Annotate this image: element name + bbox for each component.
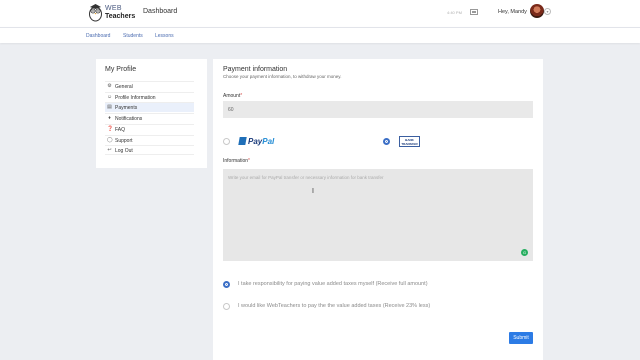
information-textarea[interactable]: [223, 169, 533, 261]
paypal-name-part2: Pal: [262, 137, 275, 146]
logo-text-teachers: Teachers: [105, 13, 136, 20]
paypal-logo-icon: [238, 137, 247, 145]
payment-information-card: Payment information Choose your payment …: [213, 59, 543, 360]
profile-sidebar: My Profile ⚙ General ☺ Profile Informati…: [96, 59, 207, 168]
information-label: Information*: [223, 158, 250, 164]
page-title: Dashboard: [143, 8, 178, 15]
sidebar-item-payments[interactable]: ▤ Payments: [105, 102, 194, 112]
tax-option-self-label[interactable]: I take responsibility for paying value a…: [238, 281, 428, 287]
sidebar-item-general[interactable]: ⚙ General: [105, 81, 194, 91]
paypal-option[interactable]: PayPal: [238, 137, 275, 146]
tax-option-webteachers-label[interactable]: I would like WebTeachers to pay the the …: [238, 303, 430, 309]
tax-option-webteachers-radio[interactable]: [223, 303, 230, 310]
sidebar-item-label: Log Out: [115, 148, 133, 154]
bank-transfer-radio[interactable]: [383, 138, 390, 145]
submit-button[interactable]: Submit: [509, 332, 533, 344]
amount-label-text: Amount: [223, 93, 241, 99]
sidebar-item-profile-information[interactable]: ☺ Profile Information: [105, 92, 194, 102]
nav-link-students[interactable]: Students: [123, 33, 143, 39]
sidebar-item-support[interactable]: ◯ Support: [105, 135, 194, 145]
paypal-name-part1: Pay: [248, 137, 263, 146]
tax-option-self-radio[interactable]: [223, 281, 230, 288]
paypal-radio[interactable]: [223, 138, 230, 145]
amount-label: Amount*: [223, 93, 242, 99]
logout-icon: ↩: [107, 147, 112, 153]
section-subtitle: Choose your payment information, to with…: [223, 74, 342, 79]
sidebar-item-log-out[interactable]: ↩ Log Out: [105, 145, 194, 155]
top-bar: WEB Teachers Dashboard 4:40 PM Hey, Mand…: [0, 0, 640, 27]
information-field[interactable]: I G: [223, 169, 533, 261]
sidebar-item-label: General: [115, 84, 133, 90]
required-mark: *: [248, 158, 250, 164]
sidebar-item-notifications[interactable]: ♦ Notifications: [105, 113, 194, 123]
sidebar-item-label: Payments: [115, 105, 138, 111]
sidebar-item-label: FAQ: [115, 127, 126, 133]
owl-logo-icon: [89, 4, 102, 22]
nav-link-lessons[interactable]: Lessons: [155, 33, 174, 39]
card-icon: ▤: [107, 104, 112, 110]
required-mark: *: [240, 93, 243, 99]
sidebar-item-label: Notifications: [115, 116, 143, 122]
language-flag-icon[interactable]: [470, 9, 478, 15]
nav-link-dashboard[interactable]: Dashboard: [86, 33, 110, 39]
support-icon: ◯: [107, 137, 113, 143]
section-title: Payment information: [223, 66, 288, 73]
sidebar-item-faq[interactable]: ❓ FAQ: [105, 124, 194, 134]
amount-field[interactable]: 60: [223, 101, 533, 118]
text-cursor-icon: I: [312, 188, 314, 195]
chevron-down-icon[interactable]: ▾: [544, 8, 551, 15]
sidebar-item-label: Support: [115, 138, 133, 144]
sidebar-item-label: Profile Information: [115, 95, 156, 101]
webteachers-logo[interactable]: WEB Teachers: [88, 3, 136, 24]
avatar[interactable]: [530, 4, 544, 18]
logo-text-web: WEB: [105, 5, 122, 12]
bank-transfer-logo[interactable]: BANK TRANSFER: [399, 136, 420, 147]
bell-icon: ♦: [108, 115, 111, 121]
gear-icon: ⚙: [107, 83, 112, 89]
sub-navigation: Dashboard Students Lessons: [0, 27, 640, 43]
user-greeting: Hey, Mandy: [498, 9, 527, 15]
user-icon: ☺: [107, 94, 113, 100]
clock-text: 4:40 PM: [447, 10, 462, 15]
information-label-text: Information: [223, 158, 249, 164]
question-icon: ❓: [107, 126, 114, 132]
sidebar-title: My Profile: [105, 66, 137, 73]
grammar-check-icon[interactable]: G: [521, 249, 528, 256]
